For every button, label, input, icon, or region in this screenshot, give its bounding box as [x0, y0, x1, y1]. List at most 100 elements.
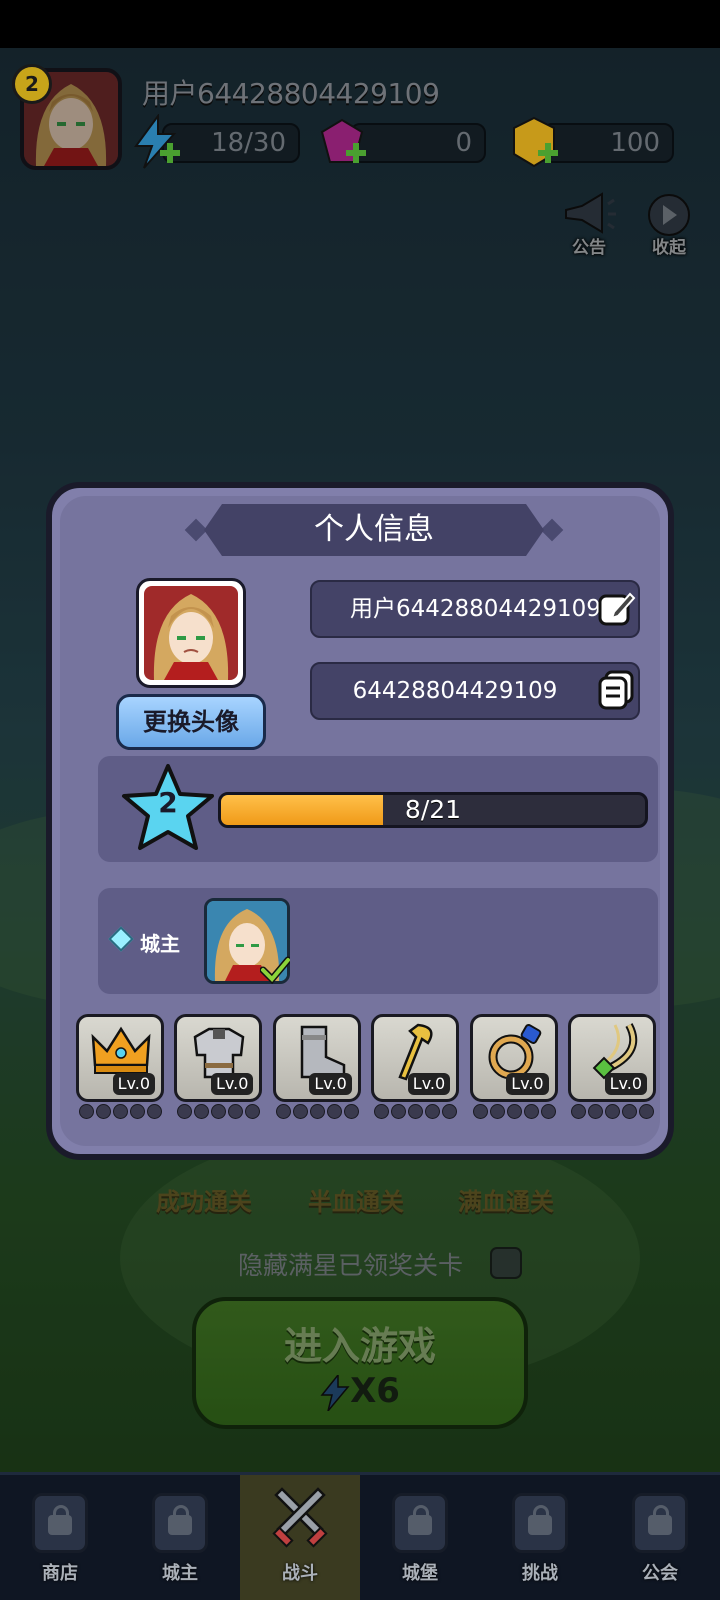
- star-dot: [374, 1104, 390, 1119]
- edit-icon[interactable]: [596, 588, 636, 628]
- game-screen: 2 用户64428804429109 18/30 0 100 公告 收起 成功通…: [0, 0, 720, 1600]
- equipment-slot[interactable]: Lv.0: [76, 1014, 164, 1102]
- username-field: 用户64428804429109: [310, 580, 640, 638]
- equipment-slot[interactable]: Lv.0: [272, 1014, 361, 1102]
- lock-icon: [528, 1505, 552, 1535]
- user-id-field: 64428804429109: [310, 662, 640, 720]
- profile-modal: 个人信息 更换头像 用户64428804429109 6442880442910…: [46, 482, 674, 1160]
- nav-tab-label: 公会: [642, 1563, 678, 1584]
- change-avatar-button[interactable]: 更换头像: [116, 694, 266, 750]
- level-star-number: 2: [158, 786, 178, 819]
- star-dot: [588, 1104, 603, 1119]
- necklace-icon: [592, 1023, 638, 1080]
- equipment-star-dots: [571, 1104, 654, 1120]
- profile-modal-body: 个人信息 更换头像 用户64428804429109 6442880442910…: [60, 496, 660, 1146]
- star-dot: [523, 1104, 539, 1119]
- checkmark-icon: [260, 956, 290, 984]
- crown-icon: [91, 1026, 151, 1074]
- profile-portrait-icon: [144, 586, 238, 680]
- equipment-level: Lv.0: [210, 1073, 254, 1095]
- nav-tab-label: 商店: [42, 1563, 78, 1584]
- star-dot: [96, 1104, 111, 1119]
- nav-tab[interactable]: 挑战: [480, 1475, 600, 1600]
- star-dot: [211, 1104, 227, 1119]
- star-dot: [113, 1104, 128, 1119]
- equipment-level: Lv.0: [407, 1073, 451, 1095]
- crossed-swords-icon: [272, 1487, 328, 1548]
- star-dot: [489, 1104, 505, 1119]
- equipment-star-dots: [275, 1104, 359, 1120]
- xp-progress-text: 8/21: [404, 795, 462, 824]
- equipment-level: Lv.0: [604, 1073, 647, 1095]
- equipment-star-dots: [177, 1104, 261, 1120]
- staff-icon: [398, 1023, 433, 1081]
- lock-icon: [408, 1505, 432, 1535]
- modal-title: 个人信息: [314, 512, 434, 547]
- star-dot: [275, 1104, 291, 1119]
- nav-tab-label: 城主: [162, 1563, 198, 1584]
- profile-content: 更换头像 用户64428804429109 64428804429109 8/2…: [68, 568, 658, 1136]
- star-dot: [228, 1104, 244, 1119]
- star-dot: [130, 1104, 145, 1119]
- star-dot: [472, 1104, 488, 1119]
- star-dot: [194, 1104, 210, 1119]
- gold-plus-icon[interactable]: [506, 114, 562, 170]
- star-dot: [622, 1104, 637, 1119]
- equipment-slot[interactable]: Lv.0: [469, 1014, 558, 1102]
- star-dot: [245, 1104, 261, 1119]
- equipment-level: Lv.0: [506, 1073, 549, 1095]
- lock-icon: [48, 1505, 72, 1535]
- nav-tab[interactable]: 城主: [120, 1475, 240, 1600]
- user-id-value: 64428804429109: [352, 678, 558, 704]
- equipment-star-dots: [374, 1104, 458, 1120]
- star-dot: [79, 1104, 94, 1119]
- star-dot: [605, 1104, 620, 1119]
- nav-tab-label: 战斗: [282, 1563, 318, 1584]
- ring-icon: [488, 1024, 541, 1080]
- nav-tab[interactable]: 城堡: [360, 1475, 480, 1600]
- player-level-badge: 2: [12, 64, 52, 104]
- star-dot: [506, 1104, 522, 1119]
- equipment-level: Lv.0: [112, 1073, 155, 1095]
- nav-tab-label: 挑战: [522, 1563, 558, 1584]
- equipment-slot[interactable]: Lv.0: [174, 1014, 263, 1102]
- username-value: 用户64428804429109: [350, 596, 601, 622]
- nav-tab[interactable]: 公会: [600, 1475, 720, 1600]
- star-dot: [326, 1104, 342, 1119]
- energy-plus-icon[interactable]: [128, 114, 184, 170]
- bottom-navigation: 商店 城主 战斗 城堡 挑战 公会: [0, 1472, 720, 1600]
- star-dot: [309, 1104, 325, 1119]
- star-dot: [639, 1104, 654, 1119]
- lock-icon: [648, 1505, 672, 1535]
- title-right-ornament: [540, 518, 564, 542]
- equipment-star-dots: [472, 1104, 556, 1120]
- star-dot: [540, 1104, 556, 1119]
- star-dot: [442, 1104, 458, 1119]
- equipment-slot[interactable]: Lv.0: [568, 1014, 656, 1102]
- boots-icon: [300, 1025, 346, 1079]
- title-left-ornament: [184, 518, 208, 542]
- lock-icon: [168, 1505, 192, 1535]
- armor-icon: [194, 1027, 245, 1079]
- equipment-slot[interactable]: Lv.0: [371, 1014, 460, 1102]
- star-dot: [408, 1104, 424, 1119]
- star-dot: [292, 1104, 308, 1119]
- star-dot: [147, 1104, 162, 1119]
- star-dot: [343, 1104, 359, 1119]
- status-bar: [0, 0, 720, 48]
- profile-avatar: [136, 578, 246, 688]
- star-dot: [177, 1104, 193, 1119]
- copy-icon[interactable]: [596, 670, 636, 710]
- equipment-level: Lv.0: [309, 1073, 352, 1095]
- role-gem-icon: [108, 926, 134, 952]
- star-dot: [391, 1104, 407, 1119]
- modal-title-bar: 个人信息: [204, 504, 544, 556]
- role-label: 城主: [140, 932, 180, 956]
- nav-tab-label: 城堡: [402, 1563, 438, 1584]
- gem-plus-icon[interactable]: [314, 114, 370, 170]
- star-dot: [425, 1104, 441, 1119]
- nav-tab[interactable]: 战斗: [240, 1475, 360, 1600]
- role-panel: 城主: [98, 888, 658, 994]
- star-dot: [571, 1104, 586, 1119]
- nav-tab[interactable]: 商店: [0, 1475, 120, 1600]
